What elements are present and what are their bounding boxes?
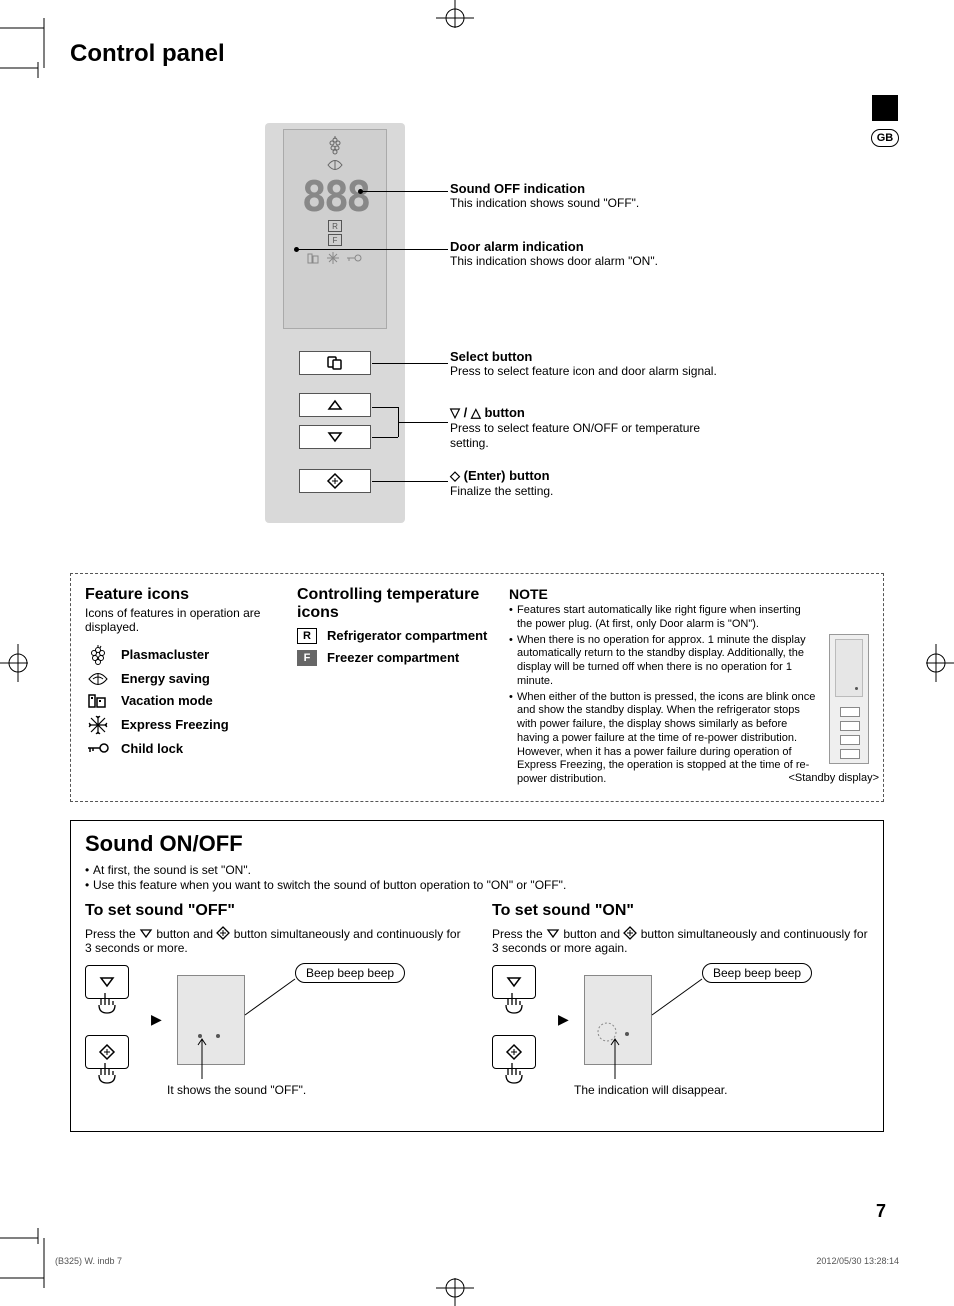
sound-on-heading: To set sound "ON"	[492, 902, 869, 920]
r-indicator: R	[328, 220, 342, 232]
r-box-icon: R	[297, 628, 317, 644]
f-box-icon: F	[297, 650, 317, 666]
sound-intro: At first, the sound is set "ON". Use thi…	[85, 863, 869, 894]
snowflake-icon	[327, 252, 339, 267]
hand-icon	[93, 1061, 123, 1085]
list-item: Child lock	[85, 741, 285, 756]
hand-icon	[500, 1061, 530, 1085]
page-number: 7	[876, 1201, 886, 1222]
beep-label: Beep beep beep	[295, 963, 405, 983]
control-panel: 888 R F	[265, 123, 405, 523]
arrow-right-icon: ▶	[558, 1011, 569, 1028]
icons-explain-box: Feature icons Icons of features in opera…	[70, 573, 884, 802]
display-area: 888 R F	[283, 129, 387, 329]
up-button[interactable]	[299, 393, 371, 417]
sound-on-caption: The indication will disappear.	[574, 1083, 727, 1097]
list-item: R Refrigerator compartment	[297, 628, 497, 644]
page-title: Control panel	[70, 40, 884, 68]
child-lock-icon	[85, 741, 111, 755]
enter-button[interactable]	[299, 469, 371, 493]
footer-right: 2012/05/30 13:28:14	[816, 1256, 899, 1266]
display-figure	[177, 975, 245, 1065]
select-button[interactable]	[299, 351, 371, 375]
sound-off-text: Press the button and button simultaneous…	[85, 926, 462, 955]
down-button[interactable]	[299, 425, 371, 449]
vacation-mode-icon	[85, 693, 111, 709]
sound-on-text: Press the button and button simultaneous…	[492, 926, 869, 955]
temp-icons-heading: Controlling temperature icons	[297, 586, 497, 622]
vacation-mode-icon	[307, 252, 321, 267]
arrow-right-icon: ▶	[151, 1011, 162, 1028]
segment-display: 888	[302, 178, 369, 216]
callout-door-alarm: Door alarm indication This indication sh…	[450, 239, 740, 269]
hand-icon	[500, 991, 530, 1015]
feature-icons-desc: Icons of features in operation are displ…	[85, 606, 285, 635]
beep-label: Beep beep beep	[702, 963, 812, 983]
sound-off-heading: To set sound "OFF"	[85, 902, 462, 920]
sound-off-caption: It shows the sound "OFF".	[167, 1083, 306, 1097]
sound-onoff-box: Sound ON/OFF At first, the sound is set …	[70, 820, 884, 1132]
snowflake-icon	[85, 715, 111, 735]
energy-saving-icon	[85, 671, 111, 687]
list-item: Energy saving	[85, 671, 285, 687]
list-item: Express Freezing	[85, 715, 285, 735]
footer-left: (B325) W. indb 7	[55, 1256, 122, 1266]
feature-icons-heading: Feature icons	[85, 586, 285, 604]
standby-label: <Standby display>	[788, 772, 879, 784]
callout-sound-off: Sound OFF indication This indication sho…	[450, 181, 740, 211]
plasmacluster-icon	[85, 645, 111, 665]
note-heading: NOTE	[509, 586, 869, 602]
standby-display-figure	[829, 634, 869, 764]
hand-icon	[93, 991, 123, 1015]
child-lock-icon	[345, 252, 363, 267]
list-item: F Freezer compartment	[297, 650, 497, 666]
plasmacluster-icon	[326, 136, 344, 154]
callout-updown: ▽ / △ button Press to select feature ON/…	[450, 405, 740, 451]
energy-saving-icon	[326, 158, 344, 172]
note-body: Features start automatically like right …	[509, 604, 869, 787]
callout-select: Select button Press to select feature ic…	[450, 349, 740, 379]
sound-heading: Sound ON/OFF	[85, 831, 869, 857]
list-item: Vacation mode	[85, 693, 285, 709]
page-marker	[872, 95, 898, 121]
list-item: Plasmacluster	[85, 645, 285, 665]
callout-enter: ◇ (Enter) button Finalize the setting.	[450, 468, 740, 499]
f-indicator: F	[328, 234, 342, 246]
